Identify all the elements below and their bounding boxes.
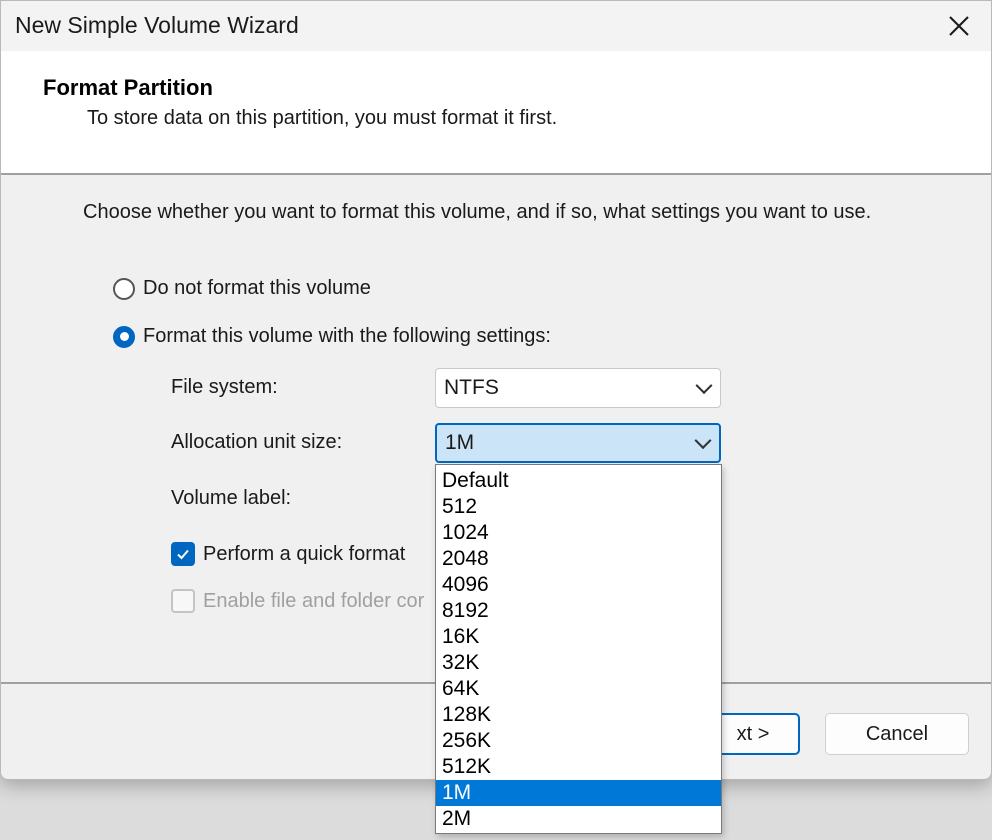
dropdown-option[interactable]: 64K [436, 676, 721, 702]
radio-unchecked-icon[interactable] [113, 277, 135, 300]
checkbox-disabled-icon [171, 589, 195, 613]
allocation-dropdown-list[interactable]: Default 512 1024 2048 4096 8192 16K 32K 64K 128K 2… [435, 464, 722, 834]
close-icon [949, 16, 969, 36]
radio-checked-icon[interactable] [113, 325, 135, 348]
dropdown-option[interactable]: 4096 [436, 572, 721, 598]
window-title: New Simple Volume Wizard [15, 12, 299, 38]
allocation-unit-value: 1M [445, 431, 475, 454]
volume-label-label: Volume label: [171, 487, 292, 509]
do-not-format-radio[interactable]: Do not format this volume [113, 277, 371, 300]
file-system-value: NTFS [444, 376, 499, 399]
checkmark-icon [177, 549, 189, 560]
dropdown-option[interactable]: 1024 [436, 520, 721, 546]
page-title: Format Partition [43, 75, 213, 100]
dropdown-option[interactable]: 2M [436, 806, 721, 832]
format-volume-label: Format this volume with the following se… [143, 325, 551, 347]
dropdown-option[interactable]: 8192 [436, 598, 721, 624]
dropdown-option[interactable]: Default [436, 468, 721, 494]
quick-format-checkbox[interactable]: Perform a quick format [171, 542, 405, 566]
dropdown-option[interactable]: 128K [436, 702, 721, 728]
allocation-unit-select[interactable]: 1M [435, 423, 721, 463]
page-subtitle: To store data on this partition, you mus… [87, 107, 558, 129]
do-not-format-label: Do not format this volume [143, 277, 371, 299]
quick-format-label: Perform a quick format [203, 542, 406, 565]
dropdown-option[interactable]: 2048 [436, 546, 721, 572]
cancel-button-label: Cancel [865, 722, 929, 745]
chevron-down-icon [695, 377, 713, 395]
compression-checkbox: Enable file and folder cor [171, 589, 424, 613]
file-system-select[interactable]: NTFS [435, 368, 721, 408]
file-system-label: File system: [171, 376, 278, 398]
compression-label: Enable file and folder cor [203, 589, 425, 612]
dropdown-option[interactable]: 32K [436, 650, 721, 676]
dropdown-option[interactable]: 256K [436, 728, 721, 754]
dropdown-option[interactable]: 512K [436, 754, 721, 780]
dropdown-option[interactable]: 16K [436, 624, 721, 650]
wizard-window: New Simple Volume Wizard Format Partitio… [0, 0, 992, 834]
allocation-unit-label: Allocation unit size: [171, 431, 343, 453]
instruction-text: Choose whether you want to format this v… [83, 201, 872, 223]
title-bar: New Simple Volume Wizard [1, 1, 991, 51]
dropdown-option[interactable]: 1M [436, 780, 721, 806]
chevron-down-icon [694, 432, 712, 450]
checkbox-checked-icon[interactable] [171, 542, 195, 566]
wizard-header: Format Partition To store data on this p… [1, 51, 991, 175]
dropdown-option[interactable]: 512 [436, 494, 721, 520]
format-volume-radio[interactable]: Format this volume with the following se… [113, 325, 551, 348]
cancel-button[interactable]: Cancel [825, 713, 969, 755]
close-button[interactable] [927, 1, 991, 51]
